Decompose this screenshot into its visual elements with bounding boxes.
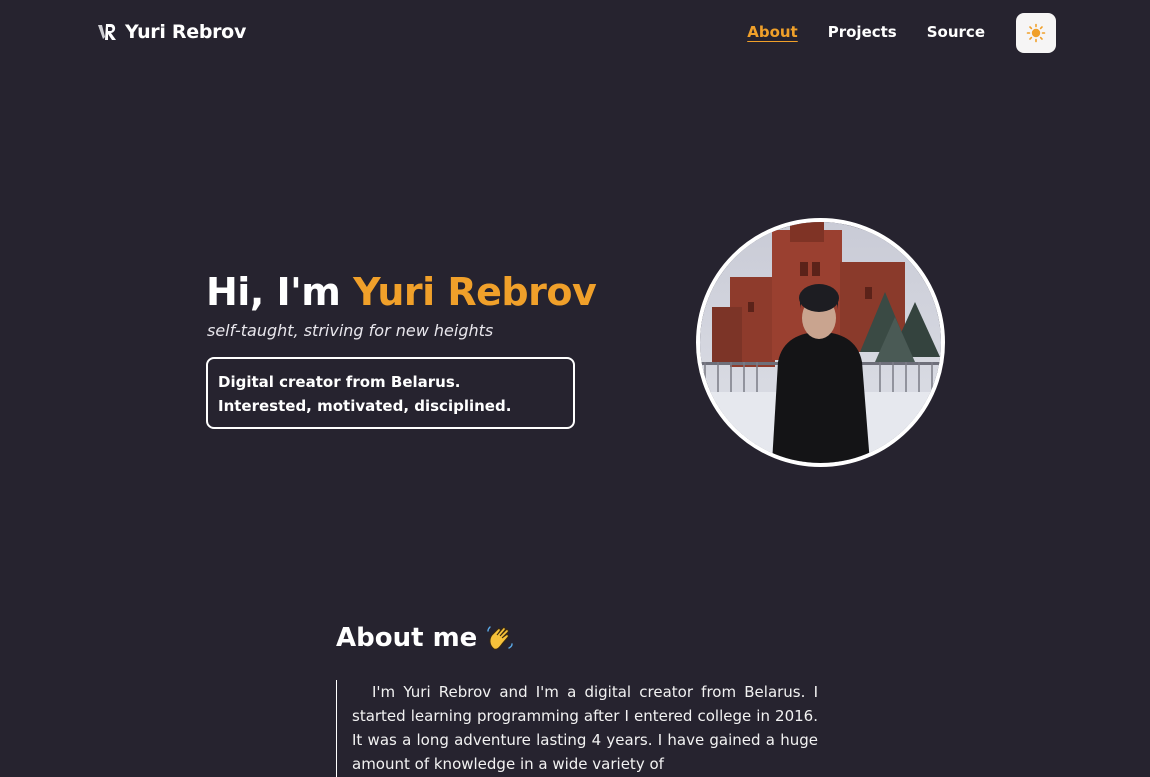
avatar-photo — [696, 218, 945, 467]
brand-name: Yuri Rebrov — [125, 21, 247, 43]
nav-link-about[interactable]: About — [747, 21, 798, 43]
nav-link-projects[interactable]: Projects — [828, 21, 897, 43]
brand[interactable]: Yuri Rebrov — [97, 20, 246, 44]
page: Yuri Rebrov About Projects Source Hi, I'… — [0, 0, 1150, 777]
hero-intro-line-2: Interested, motivated, disciplined. — [218, 397, 512, 415]
profile-photo-illustration — [700, 222, 941, 463]
about-paragraph: I'm Yuri Rebrov and I'm a digital creato… — [336, 680, 818, 777]
about-title-text: About me — [336, 623, 478, 653]
logo-icon — [98, 24, 116, 40]
hero-name: Yuri Rebrov — [353, 270, 597, 314]
main-nav: About Projects Source — [747, 21, 985, 43]
site-header: Yuri Rebrov About Projects Source — [0, 0, 1150, 66]
hero-intro-line-1: Digital creator from Belarus. — [218, 373, 461, 391]
hero-greeting: Hi, I'm — [206, 270, 354, 314]
hero-title: Hi, I'm Yuri Rebrov — [206, 266, 597, 318]
nav-link-source[interactable]: Source — [927, 21, 985, 43]
about-heading: About me — [336, 619, 515, 657]
hero-intro-box: Digital creator from Belarus. Interested… — [206, 357, 575, 429]
theme-toggle-button[interactable] — [1016, 13, 1056, 53]
sun-icon — [1026, 23, 1046, 43]
hero-subtitle: self-taught, striving for new heights — [207, 321, 494, 340]
waving-hand-icon — [487, 626, 514, 650]
